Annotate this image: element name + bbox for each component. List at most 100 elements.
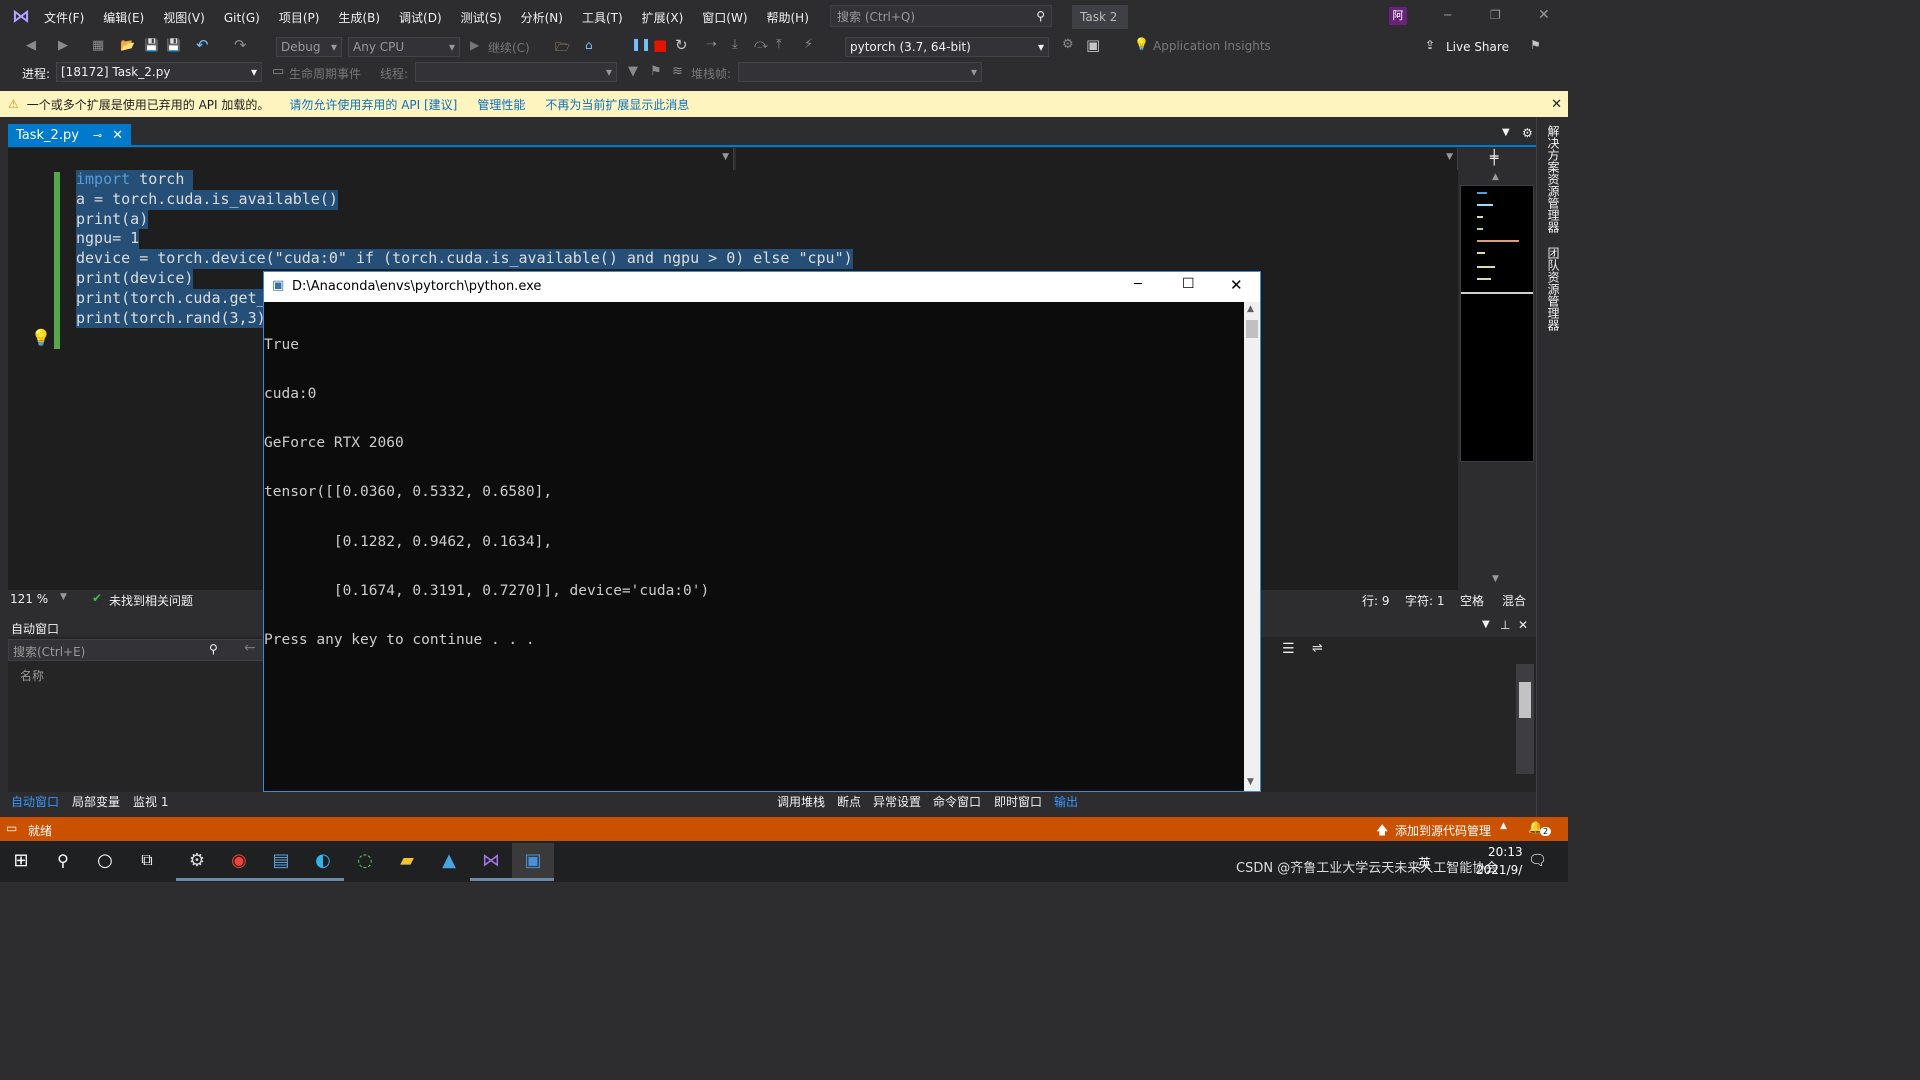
menu-git[interactable]: Git(G) bbox=[224, 11, 260, 25]
ime-indicator[interactable]: 英 bbox=[1418, 853, 1431, 872]
step-out-icon[interactable]: ⤒ bbox=[776, 37, 782, 52]
lightbulb-icon[interactable]: 💡 bbox=[31, 328, 51, 347]
process-select[interactable]: [18172] Task_2.py ▾ bbox=[56, 62, 262, 82]
back-icon[interactable]: ◀ bbox=[26, 38, 36, 53]
infobar-link-disallow[interactable]: 请勿允许使用弃用的 API [建议] bbox=[289, 96, 457, 113]
menu-view[interactable]: 视图(V) bbox=[163, 9, 205, 26]
wrap-icon[interactable]: ⇌ bbox=[1312, 641, 1323, 656]
autos-search-icon[interactable]: ⚲ bbox=[209, 642, 218, 656]
autos-scroll-thumb[interactable] bbox=[1519, 682, 1531, 718]
infobar-close-icon[interactable]: ✕ bbox=[1551, 97, 1562, 112]
photos-app-icon[interactable]: ▲ bbox=[428, 843, 470, 881]
tab-command-window[interactable]: 命令窗口 bbox=[933, 793, 981, 810]
app-insights-button[interactable]: Application Insights bbox=[1153, 39, 1271, 53]
refresh-app-icon[interactable]: ◌ bbox=[344, 843, 386, 881]
start-menu-icon[interactable]: ⊞ bbox=[0, 843, 42, 881]
configuration-select[interactable]: Debug ▾ bbox=[276, 37, 342, 57]
clock-date[interactable]: 2021/9/ bbox=[1476, 863, 1522, 877]
tab-breakpoints[interactable]: 断点 bbox=[837, 793, 861, 810]
solution-explorer-tab[interactable]: 解决方案资源管理器 bbox=[1545, 125, 1562, 233]
line-ending-mode[interactable]: 混合 bbox=[1502, 592, 1526, 609]
save-all-icon[interactable]: 💾 bbox=[166, 38, 181, 52]
close-icon[interactable]: ✕ bbox=[1538, 7, 1550, 23]
char-number[interactable]: 字符: 1 bbox=[1405, 592, 1445, 609]
split-editor-icon[interactable]: ╪ bbox=[1490, 150, 1498, 166]
zoom-dropdown-icon[interactable]: ▼ bbox=[60, 592, 67, 602]
new-project-icon[interactable]: ▦ bbox=[92, 38, 104, 53]
thread-select[interactable]: ▾ bbox=[415, 62, 617, 82]
python-console-app-icon[interactable]: ▣ bbox=[512, 842, 554, 881]
menu-tools[interactable]: 工具(T) bbox=[582, 9, 623, 26]
zoom-level[interactable]: 121 % bbox=[10, 592, 48, 606]
stop-icon[interactable]: ■ bbox=[653, 36, 667, 54]
console-scrollbar[interactable]: ▲ ▼ bbox=[1244, 302, 1260, 791]
tab-task2py[interactable]: Task_2.py ⊸ ✕ bbox=[8, 124, 132, 146]
hot-reload-icon[interactable]: ⚡ bbox=[804, 37, 813, 52]
pin-window-icon[interactable]: ⊥ bbox=[1500, 618, 1510, 632]
nav-back-icon[interactable]: ← bbox=[244, 640, 256, 656]
filter-icon[interactable]: ▼ bbox=[628, 64, 638, 79]
tab-output[interactable]: 输出 bbox=[1054, 793, 1078, 810]
tab-exception-settings[interactable]: 异常设置 bbox=[873, 793, 921, 810]
console-scroll-down-icon[interactable]: ▼ bbox=[1247, 777, 1254, 787]
tab-watch1[interactable]: 监视 1 bbox=[133, 793, 168, 810]
layout-icon[interactable]: ▣ bbox=[1086, 36, 1100, 54]
menu-build[interactable]: 生成(B) bbox=[338, 9, 380, 26]
tab-dropdown-icon[interactable]: ▼ bbox=[1502, 127, 1510, 138]
chrome-app-icon[interactable]: ◉ bbox=[218, 843, 260, 881]
infobar-link-manage[interactable]: 管理性能 bbox=[477, 96, 525, 113]
live-share-button[interactable]: Live Share bbox=[1446, 40, 1509, 54]
tab-immediate-window[interactable]: 即时窗口 bbox=[994, 793, 1042, 810]
infobar-link-dismiss[interactable]: 不再为当前扩展显示此消息 bbox=[545, 96, 689, 113]
tab-call-stack[interactable]: 调用堆栈 bbox=[777, 793, 825, 810]
flag-icon[interactable]: ⚑ bbox=[650, 64, 662, 79]
redo-icon[interactable]: ↷ bbox=[234, 36, 247, 54]
pause-icon[interactable]: ❚❚ bbox=[631, 37, 651, 51]
taskbar-search-icon[interactable]: ⚲ bbox=[42, 843, 84, 881]
menu-help[interactable]: 帮助(H) bbox=[767, 9, 809, 26]
feedback-icon[interactable]: ⚑ bbox=[1530, 38, 1541, 52]
stack-frame-select[interactable]: ▾ bbox=[738, 62, 982, 82]
scroll-down-icon[interactable]: ▼ bbox=[1492, 574, 1499, 584]
window-dropdown-icon[interactable]: ▼ bbox=[1482, 619, 1490, 630]
environment-icon[interactable]: ⚙ bbox=[1062, 37, 1074, 52]
menu-analyze[interactable]: 分析(N) bbox=[521, 9, 563, 26]
search-box[interactable]: 搜索 (Ctrl+Q) ⚲ bbox=[830, 5, 1052, 27]
tab-locals[interactable]: 局部变量 bbox=[72, 793, 120, 810]
menu-debug[interactable]: 调试(D) bbox=[399, 9, 442, 26]
control-panel-app-icon[interactable]: ▤ bbox=[260, 843, 302, 881]
avatar[interactable]: 阿 bbox=[1389, 7, 1407, 25]
browse-icon[interactable]: 🗁 bbox=[555, 38, 570, 59]
visual-studio-app-icon[interactable]: ⋈ bbox=[470, 843, 512, 881]
action-center-icon[interactable]: 🗨 bbox=[1528, 851, 1547, 869]
name-column-header[interactable]: 名称 bbox=[20, 667, 44, 684]
task-view-icon[interactable]: ⧉ bbox=[126, 843, 168, 881]
list-view-icon[interactable]: ☰ bbox=[1282, 641, 1295, 657]
minimize-icon[interactable]: ─ bbox=[1444, 8, 1451, 22]
settings-app-icon[interactable]: ⚙ bbox=[176, 843, 218, 881]
restore-icon[interactable]: ❐ bbox=[1490, 8, 1501, 22]
step-over-icon[interactable]: ⤼ bbox=[754, 37, 768, 52]
console-maximize-icon[interactable]: ☐ bbox=[1182, 276, 1195, 292]
console-scroll-up-icon[interactable]: ▲ bbox=[1247, 304, 1254, 314]
type-navigation-select[interactable]: ▼ bbox=[8, 148, 734, 170]
step-into-icon[interactable]: ⤓ bbox=[732, 37, 738, 52]
python-console-window[interactable]: ▣ D:\Anaconda\envs\pytorch\python.exe ─ … bbox=[263, 271, 1261, 792]
forward-icon[interactable]: ▶ bbox=[58, 38, 68, 53]
python-environment-select[interactable]: pytorch (3.7, 64-bit) ▾ bbox=[845, 37, 1049, 57]
autos-search-input[interactable]: 搜索(Ctrl+E) ⚲ bbox=[8, 639, 264, 661]
cortana-icon[interactable]: ○ bbox=[84, 843, 126, 881]
clock-time[interactable]: 20:13 bbox=[1488, 845, 1523, 859]
thread-group-icon[interactable]: ≋ bbox=[672, 64, 683, 79]
tab-close-icon[interactable]: ✕ bbox=[112, 128, 123, 143]
menu-test[interactable]: 测试(S) bbox=[461, 9, 502, 26]
tab-autos[interactable]: 自动窗口 bbox=[11, 793, 59, 810]
edge-app-icon[interactable]: ◐ bbox=[302, 843, 344, 881]
file-explorer-app-icon[interactable]: ▰ bbox=[386, 843, 428, 881]
menu-window[interactable]: 窗口(W) bbox=[702, 9, 747, 26]
platform-select[interactable]: Any CPU ▾ bbox=[348, 37, 460, 57]
close-window-icon[interactable]: ✕ bbox=[1518, 618, 1528, 632]
source-control-caret-icon[interactable]: ▲ bbox=[1500, 821, 1507, 831]
console-minimize-icon[interactable]: ─ bbox=[1134, 277, 1142, 292]
save-icon[interactable]: 💾 bbox=[144, 38, 159, 52]
